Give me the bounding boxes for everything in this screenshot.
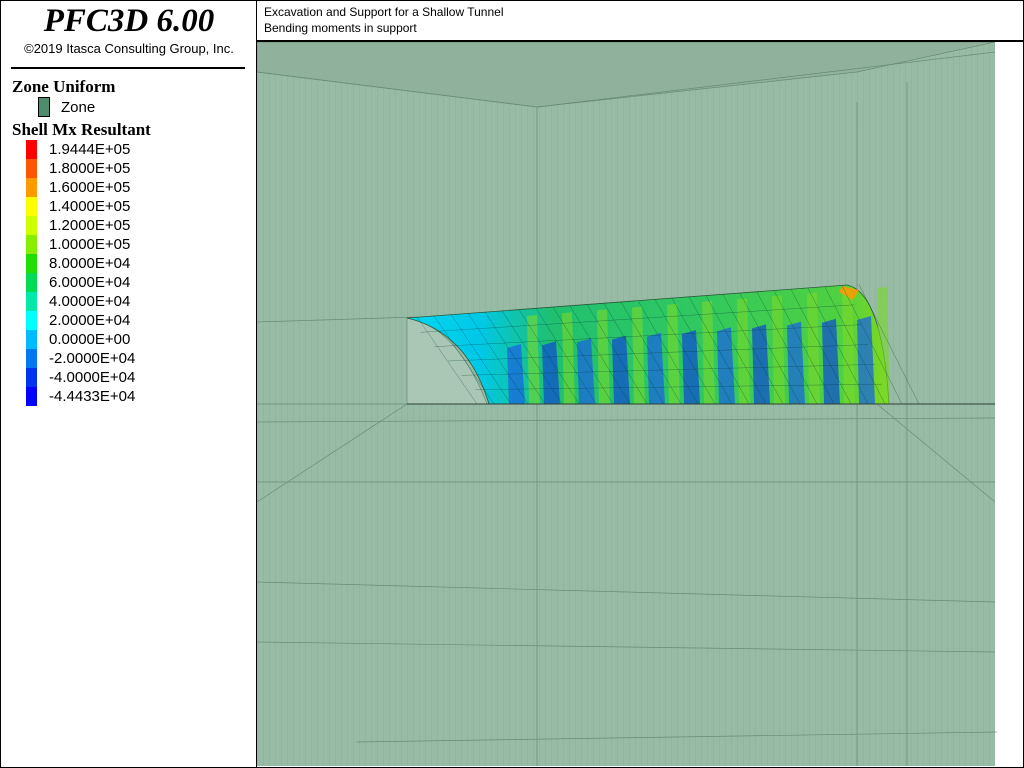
colorbar-label: 1.9444E+05 bbox=[49, 141, 131, 158]
zone-legend-heading: Zone Uniform bbox=[12, 77, 116, 96]
colorbar-label: 2.0000E+04 bbox=[49, 312, 131, 329]
model-scene[interactable] bbox=[257, 42, 1022, 766]
colorbar-swatch bbox=[26, 311, 37, 330]
colorbar-swatch bbox=[26, 330, 37, 349]
model-viewport[interactable] bbox=[257, 42, 1022, 766]
colorbar-swatch bbox=[26, 216, 37, 235]
colorbar-label: 6.0000E+04 bbox=[49, 274, 131, 291]
colorbar-label: -4.4433E+04 bbox=[49, 388, 136, 405]
colorbar-label: 8.0000E+04 bbox=[49, 255, 131, 272]
colorbar-swatch bbox=[26, 235, 37, 254]
colorbar-swatch bbox=[26, 159, 37, 178]
copyright-text: ©2019 Itasca Consulting Group, Inc. bbox=[24, 41, 234, 56]
viewport-background-right bbox=[995, 42, 1022, 766]
plot-title-line1: Excavation and Support for a Shallow Tun… bbox=[264, 5, 504, 19]
app-title: PFC3D 6.00 bbox=[43, 3, 215, 39]
colorbar-swatch bbox=[26, 292, 37, 311]
zone-legend-label: Zone bbox=[61, 99, 96, 116]
colorbar-swatch bbox=[26, 140, 37, 159]
shell-legend-heading: Shell Mx Resultant bbox=[12, 120, 151, 139]
zone-color-swatch bbox=[38, 97, 50, 117]
colorbar-label: 1.8000E+05 bbox=[49, 160, 131, 177]
colorbar-label: 1.4000E+05 bbox=[49, 198, 131, 215]
title-divider bbox=[11, 67, 245, 69]
colorbar-swatch bbox=[26, 254, 37, 273]
colorbar-label: 1.0000E+05 bbox=[49, 236, 131, 253]
colorbar-swatch bbox=[26, 387, 37, 406]
colorbar-label: -2.0000E+04 bbox=[49, 350, 136, 367]
colorbar-swatch bbox=[26, 178, 37, 197]
colorbar-swatch bbox=[26, 197, 37, 216]
plot-header: Excavation and Support for a Shallow Tun… bbox=[257, 1, 1023, 42]
colorbar-label: -4.0000E+04 bbox=[49, 369, 136, 386]
colorbar-swatch bbox=[26, 368, 37, 387]
legend-panel: PFC3D 6.00 ©2019 Itasca Consulting Group… bbox=[1, 1, 257, 767]
colorbar-swatch bbox=[26, 349, 37, 368]
colorbar-swatch bbox=[26, 273, 37, 292]
colorbar-label: 1.6000E+05 bbox=[49, 179, 131, 196]
plot-title-line2: Bending moments in support bbox=[264, 21, 417, 35]
colorbar-label: 4.0000E+04 bbox=[49, 293, 131, 310]
colorbar-label: 1.2000E+05 bbox=[49, 217, 131, 234]
colorbar-label: 0.0000E+00 bbox=[49, 331, 131, 348]
